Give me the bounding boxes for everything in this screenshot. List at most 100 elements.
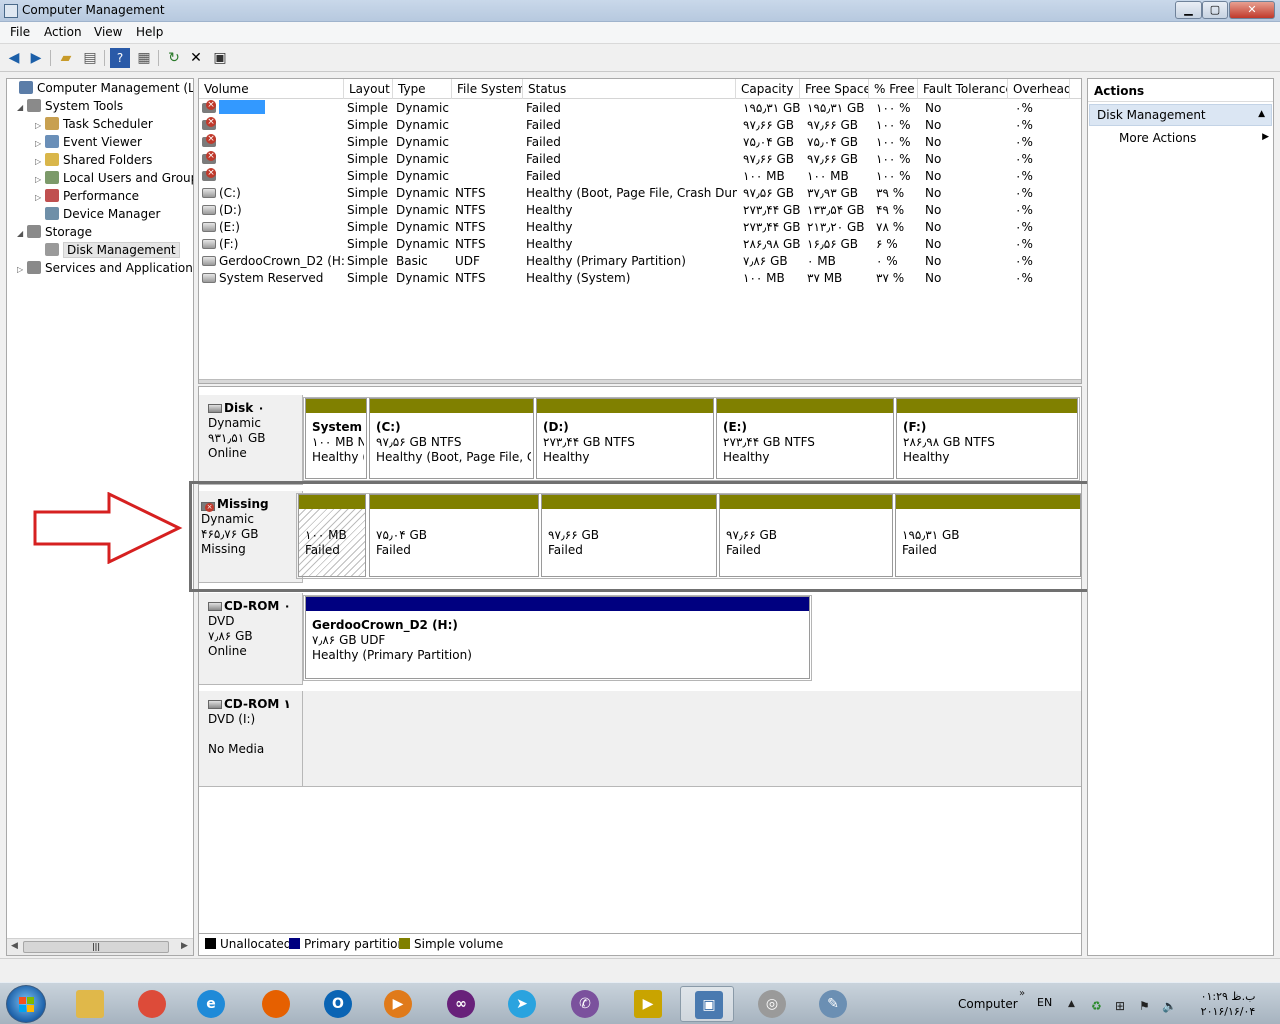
disk-label-0[interactable]: Disk ۰ Dynamic ۹۳۱٫۵۱ GB Online [199, 395, 303, 485]
menu-help[interactable]: Help [136, 25, 163, 39]
help-icon[interactable]: ? [110, 48, 130, 68]
column-header-layout[interactable]: Layout [344, 79, 393, 99]
up-folder-icon[interactable]: ▰ [56, 48, 76, 68]
scroll-right-icon[interactable]: ▶ [181, 941, 188, 951]
scrollbar-thumb[interactable]: ||| [23, 941, 169, 953]
partition-0-2[interactable]: (D:) ۲۷۳٫۴۴ GB NTFS Healthy [536, 398, 714, 479]
taskbar-app[interactable]: ✎ [805, 986, 859, 1022]
expander-icon[interactable]: ◢ [17, 229, 27, 238]
taskbar-app[interactable] [124, 986, 178, 1022]
tree-item-shared-folders[interactable]: ▷ Shared Folders [35, 153, 152, 171]
disk-label-2[interactable]: CD-ROM ۰ DVD ۷٫۸۶ GB Online [199, 593, 303, 685]
partition-0-0[interactable]: System R۱۰۰ MB NHealthy (S [305, 398, 367, 479]
tree-item-event-viewer[interactable]: ▷ Event Viewer [35, 135, 142, 153]
tree-item-local-users-and-groups[interactable]: ▷ Local Users and Groups [35, 171, 193, 189]
column-header-file-system[interactable]: File System [452, 79, 523, 99]
export-icon[interactable]: ▣ [210, 48, 230, 68]
table-row[interactable]: Simple Dynamic Failed ۱۰۰ MB ۱۰۰ MB ۱۰۰ % No ۰% [199, 168, 1081, 185]
taskbar-app[interactable]: ▶ [370, 986, 424, 1022]
taskbar-app[interactable] [62, 986, 116, 1022]
tree-item-services-and-applications[interactable]: ▷ Services and Applications [17, 261, 193, 279]
column-header-free-space[interactable]: Free Space [800, 79, 869, 99]
volume-icon[interactable]: 🔈 [1162, 999, 1177, 1013]
taskbar-app[interactable] [248, 986, 302, 1022]
table-row[interactable]: Simple Dynamic Failed ۷۵٫۰۴ GB ۷۵٫۰۴ GB ۱۰۰ %… [199, 134, 1081, 151]
column-header-status[interactable]: Status [523, 79, 736, 99]
partition-0-1[interactable]: (C:) ۹۷٫۵۶ GB NTFS Healthy (Boot, Page Fil… [369, 398, 534, 479]
start-button[interactable] [6, 985, 46, 1023]
column-header-volume[interactable]: Volume [199, 79, 344, 99]
menu-action[interactable]: Action [44, 25, 82, 39]
taskbar-app[interactable]: ➤ [494, 986, 548, 1022]
tree-item-task-scheduler[interactable]: ▷ Task Scheduler [35, 117, 153, 135]
clock[interactable]: ب.ظ ۰۱:۲۹ ۲۰۱۶/۱۶/۰۴ [1193, 989, 1263, 1019]
expander-icon[interactable]: ▷ [35, 157, 45, 166]
expander-icon[interactable]: ▷ [17, 265, 27, 274]
partition-1-2[interactable]: ۹۷٫۶۶ GB Failed [541, 494, 717, 577]
partition-2-0[interactable]: GerdooCrown_D2 (H:) ۷٫۸۶ GB UDF Healthy (P… [305, 596, 810, 679]
tree-item-device-manager[interactable]: Device Manager [35, 207, 160, 225]
expander-icon[interactable]: ▷ [35, 121, 45, 130]
expander-icon[interactable]: ▷ [35, 139, 45, 148]
taskbar-app[interactable]: O [310, 986, 364, 1022]
partition-1-1[interactable]: ۷۵٫۰۴ GB Failed [369, 494, 539, 577]
table-row[interactable]: Simple Dynamic Failed ۱۹۵٫۳۱ GB ۱۹۵٫۳۱ GB ۱۰۰… [199, 100, 1081, 117]
table-row[interactable]: (C:) Simple Dynamic NTFS Healthy (Boot, Page… [199, 185, 1081, 202]
partition-1-3[interactable]: ۹۷٫۶۶ GB Failed [719, 494, 893, 577]
tree-item-performance[interactable]: ▷ Performance [35, 189, 139, 207]
actions-section-disk-management[interactable]: Disk Management ▲ [1089, 104, 1272, 126]
taskbar-app[interactable]: e [183, 986, 237, 1022]
close-button[interactable]: ✕ [1229, 1, 1275, 19]
column-header-overhead[interactable]: Overhead [1008, 79, 1070, 99]
more-actions-item[interactable]: More Actions ▶ [1119, 131, 1269, 145]
column-header-fault-tolerance[interactable]: Fault Tolerance [918, 79, 1008, 99]
menu-view[interactable]: View [94, 25, 122, 39]
column-header-capacity[interactable]: Capacity [736, 79, 800, 99]
tree-item-disk-management[interactable]: Disk Management [35, 242, 180, 261]
partition-1-0[interactable]: ۱۰۰ MB Failed [298, 494, 366, 577]
column-header--free[interactable]: % Free [869, 79, 918, 99]
expander-icon[interactable]: ◢ [17, 103, 27, 112]
taskbar-app[interactable]: ◎ [744, 986, 798, 1022]
sync-icon[interactable]: ♻ [1091, 999, 1102, 1013]
table-row[interactable]: (E:) Simple Dynamic NTFS Healthy ۲۷۳٫۴۴ GB ۲۱۳… [199, 219, 1081, 236]
taskbar-app[interactable]: ∞ [433, 986, 487, 1022]
forward-arrow-icon[interactable]: ▶ [26, 48, 46, 68]
back-arrow-icon[interactable]: ◀ [4, 48, 24, 68]
tree-item-storage[interactable]: ◢ Storage [17, 225, 92, 243]
taskbar-app[interactable]: ▣ [680, 986, 734, 1022]
partition-0-4[interactable]: (F:) ۲۸۶٫۹۸ GB NTFS Healthy [896, 398, 1078, 479]
disk-label-3[interactable]: CD-ROM ۱ DVD (I:) No Media [199, 691, 303, 787]
scroll-left-icon[interactable]: ◀ [11, 941, 18, 951]
expander-icon[interactable]: ▷ [35, 175, 45, 184]
minimize-button[interactable]: ▁ [1175, 1, 1202, 19]
menu-file[interactable]: File [10, 25, 30, 39]
expander-icon[interactable]: ▷ [35, 193, 45, 202]
properties-icon[interactable]: ▦ [134, 48, 154, 68]
collapse-icon[interactable]: ▲ [1258, 109, 1265, 119]
partition-0-3[interactable]: (E:) ۲۷۳٫۴۴ GB NTFS Healthy [716, 398, 894, 479]
table-row[interactable]: (D:) Simple Dynamic NTFS Healthy ۲۷۳٫۴۴ GB ۱۳۳… [199, 202, 1081, 219]
column-header-type[interactable]: Type [393, 79, 452, 99]
tray-computer-label[interactable]: Computer [958, 997, 1018, 1011]
disk-label-1[interactable]: × Missing Dynamic ۴۶۵٫۷۶ GB Missing [199, 491, 303, 583]
refresh-icon[interactable]: ↻ [164, 48, 184, 68]
partition-1-4[interactable]: ۱۹۵٫۳۱ GB Failed [895, 494, 1081, 577]
pane-splitter[interactable] [199, 379, 1081, 383]
tree-horizontal-scrollbar[interactable]: ◀ ||| ▶ [7, 938, 193, 955]
tree-item-system-tools[interactable]: ◢ System Tools [17, 99, 123, 117]
show-hide-tree-icon[interactable]: ▤ [80, 48, 100, 68]
show-hidden-icons[interactable]: ▲ [1068, 999, 1075, 1009]
table-row[interactable]: (F:) Simple Dynamic NTFS Healthy ۲۸۶٫۹۸ GB ۱۶٫… [199, 236, 1081, 253]
action-center-icon[interactable]: ⚑ [1139, 999, 1150, 1013]
delete-icon[interactable]: ✕ [186, 48, 206, 68]
taskbar-app[interactable]: ▶ [620, 986, 674, 1022]
table-row[interactable]: Simple Dynamic Failed ۹۷٫۶۶ GB ۹۷٫۶۶ GB ۱۰۰ %… [199, 151, 1081, 168]
language-indicator[interactable]: EN [1037, 996, 1052, 1009]
table-row[interactable]: System Reserved Simple Dynamic NTFS Healthy … [199, 270, 1081, 287]
tree-item-computer-management-local[interactable]: Computer Management (Local [9, 81, 193, 99]
taskbar-app[interactable]: ✆ [557, 986, 611, 1022]
table-row[interactable]: GerdooCrown_D2 (H:) Simple Basic UDF Healthy… [199, 253, 1081, 270]
maximize-button[interactable]: ▢ [1202, 1, 1228, 19]
windows-flag-tray-icon[interactable]: ⊞ [1115, 999, 1125, 1013]
